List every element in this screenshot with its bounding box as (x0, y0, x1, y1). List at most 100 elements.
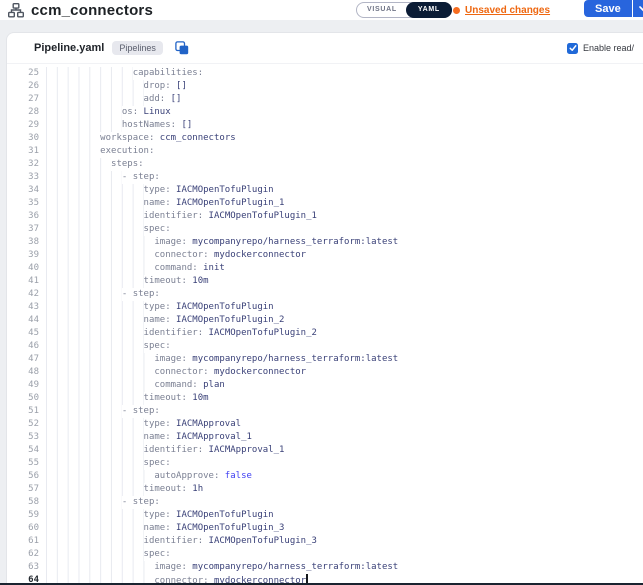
line-number: 46 (9, 340, 39, 353)
code-line[interactable]: 39 connector: mydockerconnector (7, 249, 643, 262)
code-text: spec: (46, 223, 643, 236)
save-split-button: Save (584, 0, 643, 17)
code-text: type: IACMApproval (46, 418, 643, 431)
code-text: name: IACMApproval_1 (46, 431, 643, 444)
indent-guides (46, 522, 144, 535)
code-line[interactable]: 40 command: init (7, 262, 643, 275)
code-text: connector: mydockerconnector (46, 249, 643, 262)
line-number: 62 (9, 548, 39, 561)
code-text: - step: (46, 405, 643, 418)
indent-guides (46, 93, 144, 106)
code-line[interactable]: 51 - step: (7, 405, 643, 418)
code-line[interactable]: 45 identifier: IACMOpenTofuPlugin_2 (7, 327, 643, 340)
code-line[interactable]: 62 spec: (7, 548, 643, 561)
code-line[interactable]: 60 name: IACMOpenTofuPlugin_3 (7, 522, 643, 535)
indent-guides (46, 223, 144, 236)
code-text: spec: (46, 457, 643, 470)
indent-guides (46, 457, 144, 470)
code-line[interactable]: 41 timeout: 10m (7, 275, 643, 288)
yaml-code[interactable]: 25 capabilities:26 drop: []27 add: []28 … (7, 64, 643, 585)
code-text: - step: (46, 496, 643, 509)
code-line[interactable]: 54 identifier: IACMApproval_1 (7, 444, 643, 457)
unsaved-changes-link[interactable]: Unsaved changes (453, 0, 550, 20)
code-line[interactable]: 30 workspace: ccm_connectors (7, 132, 643, 145)
copy-yaml-button[interactable] (175, 41, 189, 55)
code-line[interactable]: 46 spec: (7, 340, 643, 353)
code-line[interactable]: 48 connector: mydockerconnector (7, 366, 643, 379)
code-text: type: IACMOpenTofuPlugin (46, 301, 643, 314)
code-line[interactable]: 36 identifier: IACMOpenTofuPlugin_1 (7, 210, 643, 223)
indent-guides (46, 236, 154, 249)
code-line[interactable]: 57 timeout: 1h (7, 483, 643, 496)
line-number: 43 (9, 301, 39, 314)
code-line[interactable]: 35 name: IACMOpenTofuPlugin_1 (7, 197, 643, 210)
visual-toggle-button[interactable]: VISUAL (357, 3, 407, 17)
code-line[interactable]: 52 type: IACMApproval (7, 418, 643, 431)
code-line[interactable]: 53 name: IACMApproval_1 (7, 431, 643, 444)
code-line[interactable]: 32 steps: (7, 158, 643, 171)
indent-guides (46, 197, 144, 210)
code-line[interactable]: 43 type: IACMOpenTofuPlugin (7, 301, 643, 314)
copy-icon (175, 41, 189, 55)
enable-readonly-checkbox[interactable] (567, 43, 578, 54)
line-number: 61 (9, 535, 39, 548)
code-line[interactable]: 49 command: plan (7, 379, 643, 392)
line-number: 50 (9, 392, 39, 405)
code-text: drop: [] (46, 80, 643, 93)
code-line[interactable]: 34 type: IACMOpenTofuPlugin (7, 184, 643, 197)
code-line[interactable]: 26 drop: [] (7, 80, 643, 93)
code-text: image: mycompanyrepo/harness_terraform:l… (46, 236, 643, 249)
code-line[interactable]: 47 image: mycompanyrepo/harness_terrafor… (7, 353, 643, 366)
yaml-toggle-button[interactable]: YAML (406, 2, 452, 18)
code-text: steps: (46, 158, 643, 171)
line-number: 30 (9, 132, 39, 145)
code-text: type: IACMOpenTofuPlugin (46, 509, 643, 522)
indent-guides (46, 106, 122, 119)
indent-guides (46, 301, 144, 314)
line-number: 48 (9, 366, 39, 379)
line-number: 26 (9, 80, 39, 93)
line-number: 54 (9, 444, 39, 457)
code-line[interactable]: 27 add: [] (7, 93, 643, 106)
enable-readonly-control: Enable read/ (567, 33, 634, 63)
code-line[interactable]: 31 execution: (7, 145, 643, 158)
code-line[interactable]: 28 os: Linux (7, 106, 643, 119)
save-dropdown-button[interactable] (633, 0, 643, 17)
indent-guides (46, 431, 144, 444)
chevron-down-icon (639, 6, 643, 12)
indent-guides (46, 340, 144, 353)
indent-guides (46, 392, 144, 405)
code-line[interactable]: 37 spec: (7, 223, 643, 236)
line-number: 33 (9, 171, 39, 184)
line-number: 39 (9, 249, 39, 262)
code-line[interactable]: 33 - step: (7, 171, 643, 184)
pipelines-badge: Pipelines (112, 41, 163, 55)
code-line[interactable]: 55 spec: (7, 457, 643, 470)
code-text: - step: (46, 288, 643, 301)
code-line[interactable]: 42 - step: (7, 288, 643, 301)
code-line[interactable]: 25 capabilities: (7, 67, 643, 80)
code-text: add: [] (46, 93, 643, 106)
code-text: image: mycompanyrepo/harness_terraform:l… (46, 561, 643, 574)
indent-guides (46, 483, 144, 496)
code-text: identifier: IACMOpenTofuPlugin_3 (46, 535, 643, 548)
code-line[interactable]: 44 name: IACMOpenTofuPlugin_2 (7, 314, 643, 327)
code-line[interactable]: 50 timeout: 10m (7, 392, 643, 405)
indent-guides (46, 379, 154, 392)
code-line[interactable]: 59 type: IACMOpenTofuPlugin (7, 509, 643, 522)
indent-guides (46, 418, 144, 431)
code-line[interactable]: 58 - step: (7, 496, 643, 509)
code-line[interactable]: 56 autoApprove: false (7, 470, 643, 483)
file-name-label: Pipeline.yaml (34, 42, 104, 54)
code-text: name: IACMOpenTofuPlugin_1 (46, 197, 643, 210)
code-line[interactable]: 61 identifier: IACMOpenTofuPlugin_3 (7, 535, 643, 548)
indent-guides (46, 366, 154, 379)
line-number: 44 (9, 314, 39, 327)
line-number: 40 (9, 262, 39, 275)
code-line[interactable]: 38 image: mycompanyrepo/harness_terrafor… (7, 236, 643, 249)
save-button[interactable]: Save (584, 0, 632, 17)
line-number: 49 (9, 379, 39, 392)
yaml-editor-panel: Pipeline.yaml Pipelines Enable read/ 25 … (6, 32, 643, 585)
code-line[interactable]: 29 hostNames: [] (7, 119, 643, 132)
code-line[interactable]: 63 image: mycompanyrepo/harness_terrafor… (7, 561, 643, 574)
